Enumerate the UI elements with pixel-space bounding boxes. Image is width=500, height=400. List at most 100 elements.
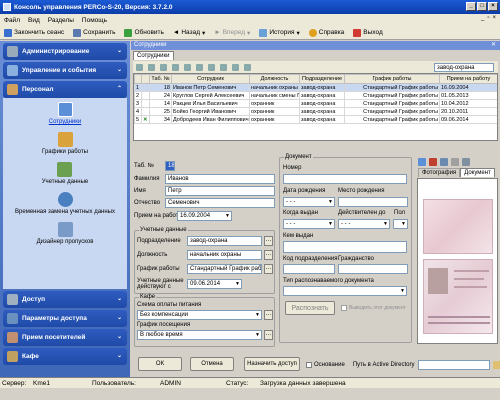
col-hired[interactable]: Прием на работу	[439, 74, 497, 84]
tabnum-field[interactable]: 18	[165, 161, 175, 171]
sidebar-section-events[interactable]: Управление и события ⌄	[3, 62, 127, 79]
save-photo-icon[interactable]	[462, 158, 470, 166]
issued-when-picker[interactable]: - - -	[283, 219, 335, 229]
sidebar-item-schedules[interactable]: Графики работы	[42, 132, 88, 155]
help-button[interactable]: Справка	[308, 28, 344, 37]
table-row[interactable]: 4 25 Бойко Георгий Иванович охранник завод…	[134, 107, 497, 116]
sidebar-item-credentials[interactable]: Учетные данные	[42, 162, 88, 185]
col-department[interactable]: Подразделение	[299, 74, 345, 84]
visit-schedule-select[interactable]: В любое время	[137, 330, 262, 340]
visit-schedule-browse-button[interactable]: …	[264, 330, 273, 340]
sex-select[interactable]	[393, 219, 408, 229]
forward-button[interactable]: ► Вперед ▾	[214, 29, 250, 37]
sidebar-section-access-params[interactable]: Параметры доступа ⌄	[3, 310, 127, 327]
add-record-icon[interactable]	[148, 63, 155, 71]
pay-scheme-browse-button[interactable]: …	[264, 310, 273, 320]
col-position[interactable]: Должность	[249, 74, 300, 84]
mdi-restore-icon[interactable]: ▫	[487, 15, 489, 21]
table-row[interactable]: 1 18 Иванов Петр Семенович начальник охра…	[134, 83, 497, 92]
camera-icon[interactable]	[418, 158, 426, 166]
pay-scheme-select[interactable]: Без компенсации	[137, 310, 262, 320]
export-icon[interactable]	[208, 63, 215, 71]
refresh-grid-icon[interactable]	[232, 63, 239, 71]
valid-until-picker[interactable]: - - -	[338, 219, 390, 229]
copy-icon[interactable]	[451, 158, 459, 166]
sidebar-section-personnel[interactable]: Персонал ⌃	[3, 81, 127, 98]
refresh-button[interactable]: Обновить	[124, 28, 164, 37]
chevron-down-icon: ⌄	[116, 353, 122, 359]
cancel-button[interactable]: Отмена	[190, 357, 234, 371]
tab-document[interactable]: Документ	[460, 168, 495, 177]
filter-icon[interactable]	[172, 63, 179, 71]
table-row[interactable]: 5 ✕ 34 Добродеев Иван Филиппович охранник з…	[134, 115, 497, 124]
lastname-label: Фамилия	[134, 176, 160, 182]
patronymic-field[interactable]: Семенович	[165, 198, 275, 208]
lastname-field[interactable]: Иванов	[165, 174, 275, 184]
dept-code-field[interactable]	[283, 264, 335, 274]
menu-file[interactable]: Файл	[4, 17, 20, 24]
issued-by-field[interactable]	[283, 241, 407, 253]
first-record-icon[interactable]	[136, 63, 143, 71]
mdi-close-icon[interactable]: ×	[492, 15, 496, 21]
pin-icon[interactable]: ✕	[491, 41, 496, 50]
tab-photo[interactable]: Фотография	[418, 168, 461, 177]
print-icon[interactable]	[196, 63, 203, 71]
col-tabnum[interactable]: Таб. №	[149, 74, 172, 84]
save-button[interactable]: Сохранить	[73, 28, 115, 37]
sidebar-section-access[interactable]: Доступ ⌄	[3, 291, 127, 308]
hired-date-picker[interactable]: 16.09.2004	[177, 211, 232, 221]
position-field[interactable]: начальник охраны	[187, 250, 262, 260]
browse-ad-icon[interactable]	[492, 361, 500, 369]
dept-label: Подразделение	[137, 238, 181, 244]
status-label: Статус:	[226, 380, 249, 387]
delete-photo-icon[interactable]	[429, 158, 437, 166]
col-employee[interactable]: Сотрудник	[171, 74, 250, 84]
sidebar-section-visitors[interactable]: Прием посетителей ⌄	[3, 329, 127, 346]
dept-field[interactable]: завод-охрана	[187, 236, 262, 246]
fired-checkbox[interactable]	[306, 362, 312, 368]
menu-view[interactable]: Вид	[28, 17, 40, 24]
birthdate-picker[interactable]: - - -	[283, 197, 335, 207]
tab-employees[interactable]: Сотрудники	[133, 51, 174, 60]
sidebar-item-pass-designer[interactable]: Дизайнер пропусков	[37, 222, 93, 245]
recog-type-select[interactable]	[283, 286, 407, 296]
recognize-button[interactable]: Распознать	[285, 301, 335, 315]
exit-button[interactable]: Выход	[353, 28, 383, 37]
birthplace-field[interactable]	[338, 197, 408, 207]
schedule-field[interactable]: Стандартный График работы	[187, 264, 262, 274]
delete-record-icon[interactable]	[160, 63, 167, 71]
dept-browse-button[interactable]: …	[264, 236, 273, 246]
mdi-minimize-icon[interactable]: _	[481, 15, 484, 21]
history-button[interactable]: История ▾	[259, 28, 300, 37]
grid-search-input[interactable]: завод-охрана	[434, 62, 494, 72]
menu-sections[interactable]: Разделы	[48, 17, 74, 24]
sidebar-section-admin[interactable]: Администрирование ⌄	[3, 43, 127, 60]
find-icon[interactable]	[184, 63, 191, 71]
menu-help[interactable]: Помощь	[82, 17, 107, 24]
show-doc-checkbox[interactable]	[341, 305, 347, 311]
table-row[interactable]: 3 14 Ракцев Илья Васильевич охранник завод…	[134, 99, 497, 108]
close-button[interactable]: ×	[488, 2, 498, 11]
refresh-icon	[124, 28, 133, 37]
scan-icon[interactable]	[440, 158, 448, 166]
maximize-button[interactable]: □	[477, 2, 487, 11]
settings-icon[interactable]	[220, 63, 227, 71]
firstname-field[interactable]: Петр	[165, 186, 275, 196]
citizenship-field[interactable]	[338, 264, 408, 274]
sidebar-item-temp-replace[interactable]: Временная замена учетных данных	[15, 192, 115, 215]
ok-button[interactable]: ОК	[138, 357, 182, 371]
ad-path-field[interactable]	[417, 360, 490, 370]
col-schedule[interactable]: График работы	[344, 74, 440, 84]
columns-icon[interactable]	[244, 63, 251, 71]
position-browse-button[interactable]: …	[264, 250, 273, 260]
valid-from-picker[interactable]: 09.06.2014	[187, 279, 242, 289]
end-session-button[interactable]: Закончить сеанс	[4, 28, 64, 37]
assign-access-button[interactable]: Назначить доступ	[244, 357, 300, 371]
table-row[interactable]: 2 24 Круглов Сергей Алексеевич начальник …	[134, 91, 497, 100]
back-button[interactable]: ◄ Назад ▾	[173, 29, 205, 37]
minimize-button[interactable]: _	[466, 2, 476, 11]
sidebar-section-cafe[interactable]: Кафе ⌄	[3, 348, 127, 365]
sidebar-item-employees[interactable]: Сотрудники	[49, 102, 81, 125]
doc-number-field[interactable]	[283, 174, 407, 184]
schedule-browse-button[interactable]: …	[264, 264, 273, 274]
